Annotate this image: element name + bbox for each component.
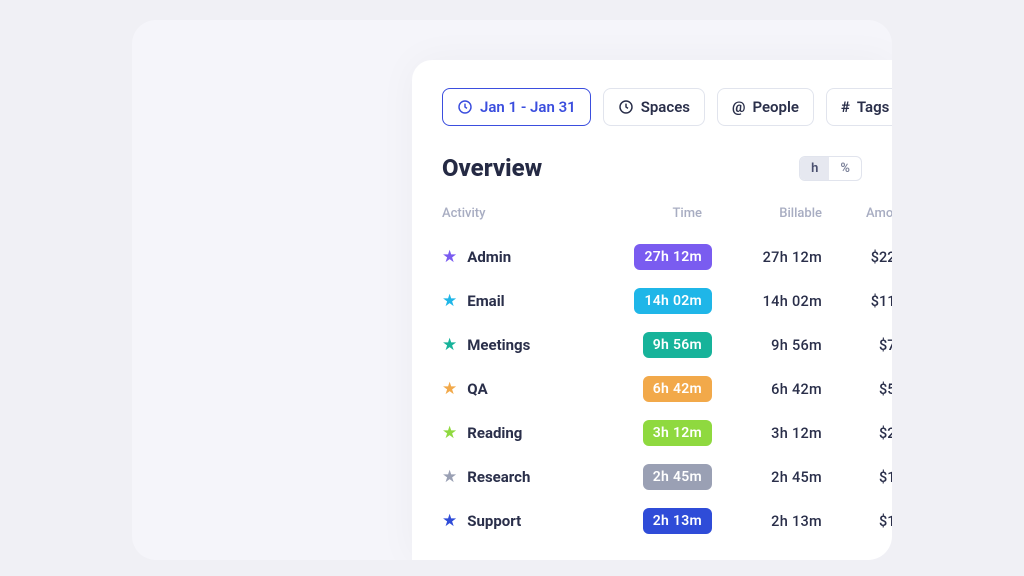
billable-value: 3h 12m: [712, 425, 822, 442]
star-icon: ★: [442, 381, 457, 398]
date-range-label: Jan 1 - Jan 31: [480, 98, 576, 116]
col-activity: Activity: [442, 206, 592, 221]
clock-icon: [457, 99, 473, 115]
activity-cell: ★ Meetings: [442, 336, 592, 354]
spaces-label: Spaces: [641, 98, 690, 116]
at-icon: @: [732, 98, 745, 116]
star-icon: ★: [442, 469, 457, 486]
activity-name: Research: [467, 468, 530, 486]
filter-bar: Jan 1 - Jan 31 Spaces @ People # Tags: [442, 88, 862, 126]
overview-title: Overview: [442, 154, 542, 182]
table-row[interactable]: ★ QA 6h 42m 6h 42m $510: [442, 367, 862, 411]
star-icon: ★: [442, 293, 457, 310]
activity-name: Reading: [467, 424, 522, 442]
activity-cell: ★ Admin: [442, 248, 592, 266]
amount-value: $170: [822, 469, 892, 486]
table-row[interactable]: ★ Meetings 9h 56m 9h 56m $765: [442, 323, 862, 367]
amount-value: $765: [822, 337, 892, 354]
table-header: Activity Time Billable Amount: [442, 206, 862, 221]
table-row[interactable]: ★ Support 2h 13m 2h 13m $170: [442, 499, 862, 543]
table-row[interactable]: ★ Reading 3h 12m 3h 12m $255: [442, 411, 862, 455]
col-billable: Billable: [712, 206, 822, 221]
activity-cell: ★ QA: [442, 380, 592, 398]
activity-cell: ★ Email: [442, 292, 592, 310]
table-body: ★ Admin 27h 12m 27h 12m $2295 ★ Email 14…: [442, 235, 862, 543]
unit-hours[interactable]: h: [800, 157, 829, 180]
report-card: Jan 1 - Jan 31 Spaces @ People # Tags Ov…: [132, 20, 892, 560]
activity-name: QA: [467, 380, 487, 398]
amount-value: $2295: [822, 249, 892, 266]
billable-value: 14h 02m: [712, 293, 822, 310]
table-row[interactable]: ★ Admin 27h 12m 27h 12m $2295: [442, 235, 862, 279]
time-pill: 6h 42m: [643, 376, 712, 402]
amount-value: $510: [822, 381, 892, 398]
col-time: Time: [592, 206, 712, 221]
billable-value: 6h 42m: [712, 381, 822, 398]
billable-value: 9h 56m: [712, 337, 822, 354]
hash-icon: #: [841, 98, 850, 116]
billable-value: 2h 45m: [712, 469, 822, 486]
overview-header: Overview h %: [442, 154, 862, 182]
time-pill: 9h 56m: [643, 332, 712, 358]
time-pill: 3h 12m: [643, 420, 712, 446]
star-icon: ★: [442, 425, 457, 442]
amount-value: $255: [822, 425, 892, 442]
table-row[interactable]: ★ Research 2h 45m 2h 45m $170: [442, 455, 862, 499]
date-range-filter[interactable]: Jan 1 - Jan 31: [442, 88, 591, 126]
report-panel: Jan 1 - Jan 31 Spaces @ People # Tags Ov…: [412, 60, 892, 560]
star-icon: ★: [442, 249, 457, 266]
billable-value: 2h 13m: [712, 513, 822, 530]
unit-percent[interactable]: %: [829, 157, 861, 180]
col-amount: Amount: [822, 206, 892, 221]
time-pill: 27h 12m: [634, 244, 712, 270]
time-pill: 2h 13m: [643, 508, 712, 534]
time-pill: 2h 45m: [643, 464, 712, 490]
billable-value: 27h 12m: [712, 249, 822, 266]
clock-icon: [618, 99, 634, 115]
amount-value: $1190: [822, 293, 892, 310]
amount-value: $170: [822, 513, 892, 530]
people-label: People: [752, 98, 799, 116]
unit-toggle: h %: [799, 156, 862, 181]
spaces-filter[interactable]: Spaces: [603, 88, 705, 126]
star-icon: ★: [442, 513, 457, 530]
star-icon: ★: [442, 337, 457, 354]
activity-cell: ★ Research: [442, 468, 592, 486]
tags-filter[interactable]: # Tags: [826, 88, 892, 126]
activity-cell: ★ Support: [442, 512, 592, 530]
activity-name: Meetings: [467, 336, 530, 354]
people-filter[interactable]: @ People: [717, 88, 814, 126]
time-pill: 14h 02m: [634, 288, 712, 314]
table-row[interactable]: ★ Email 14h 02m 14h 02m $1190: [442, 279, 862, 323]
activity-cell: ★ Reading: [442, 424, 592, 442]
activity-name: Support: [467, 512, 521, 530]
activity-name: Email: [467, 292, 504, 310]
activity-name: Admin: [467, 248, 511, 266]
tags-label: Tags: [857, 98, 890, 116]
